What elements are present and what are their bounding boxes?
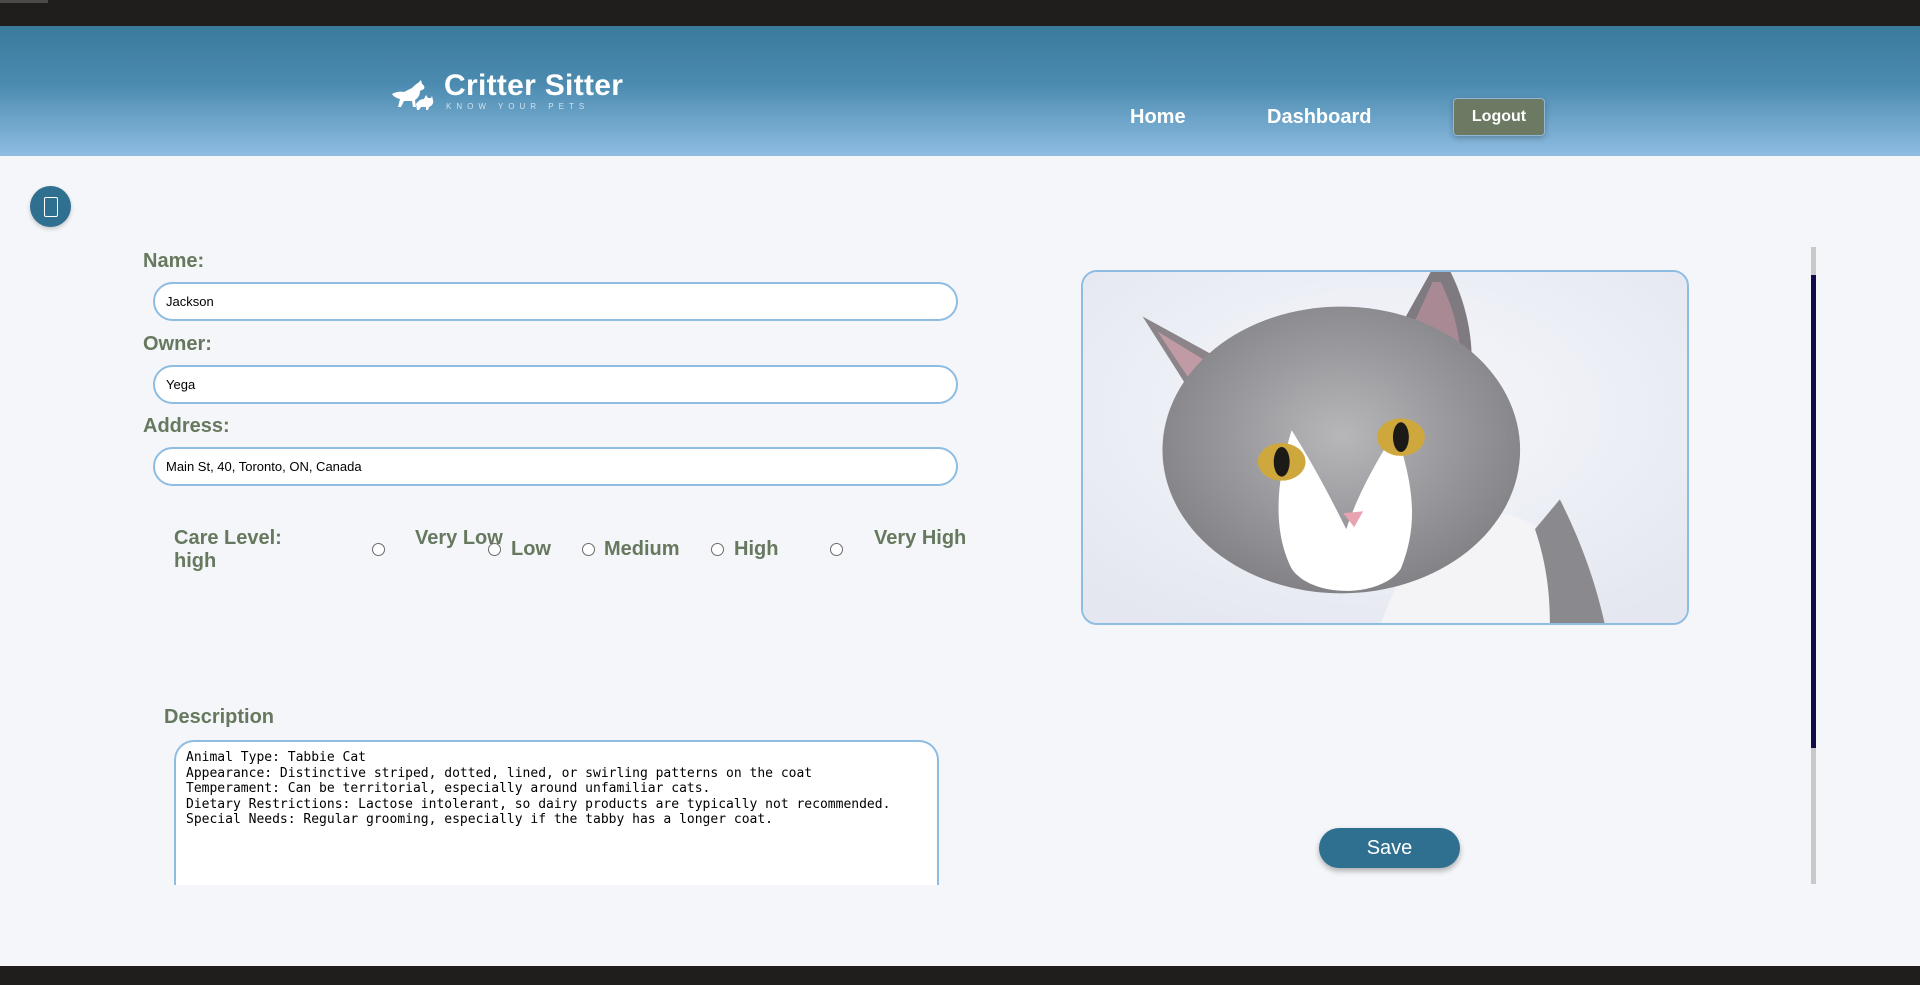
care-radio-very-low[interactable] [372,543,385,556]
tab-indicator [0,0,48,3]
care-radio-high[interactable] [711,543,724,556]
care-option-medium: Medium [604,538,680,560]
nav-home-link[interactable]: Home [1130,106,1186,129]
sidebar-toggle-icon [43,196,58,217]
name-input[interactable] [153,282,958,321]
care-option-very-high: Very High [874,527,967,549]
description-textarea[interactable]: Animal Type: Tabbie Cat Appearance: Dist… [174,740,939,885]
address-label: Address: [143,415,230,437]
logout-button[interactable]: Logout [1453,98,1545,136]
app-title: Critter Sitter [444,69,624,102]
care-option-high: High [734,538,779,560]
scrollbar-thumb[interactable] [1811,275,1816,748]
save-button[interactable]: Save [1319,828,1460,868]
brand-logo[interactable]: Critter Sitter KNOW YOUR PETS [388,70,623,112]
care-radio-medium[interactable] [582,543,595,556]
dog-cat-logo-icon [392,80,434,110]
app-tagline: KNOW YOUR PETS [446,102,590,111]
owner-label: Owner: [143,333,212,355]
care-radio-low[interactable] [488,543,501,556]
sidebar-toggle-button[interactable] [30,186,71,227]
address-input[interactable] [153,447,958,486]
browser-top-bar [0,0,1920,26]
name-label: Name: [143,250,205,272]
browser-bottom-bar [0,966,1920,985]
pet-photo [1081,270,1689,625]
care-level-label-text: Care Level: [174,527,282,549]
nav-dashboard-link[interactable]: Dashboard [1267,106,1371,129]
care-option-low: Low [511,538,551,560]
site-header: Critter Sitter KNOW YOUR PETS Home Dashb… [0,26,1920,156]
owner-input[interactable] [153,365,958,404]
care-level-label: Care Level: high [174,527,282,573]
care-level-value: high [174,550,217,572]
description-label: Description [164,706,275,728]
care-radio-very-high[interactable] [830,543,843,556]
cat-photo-illustration [1083,272,1687,623]
